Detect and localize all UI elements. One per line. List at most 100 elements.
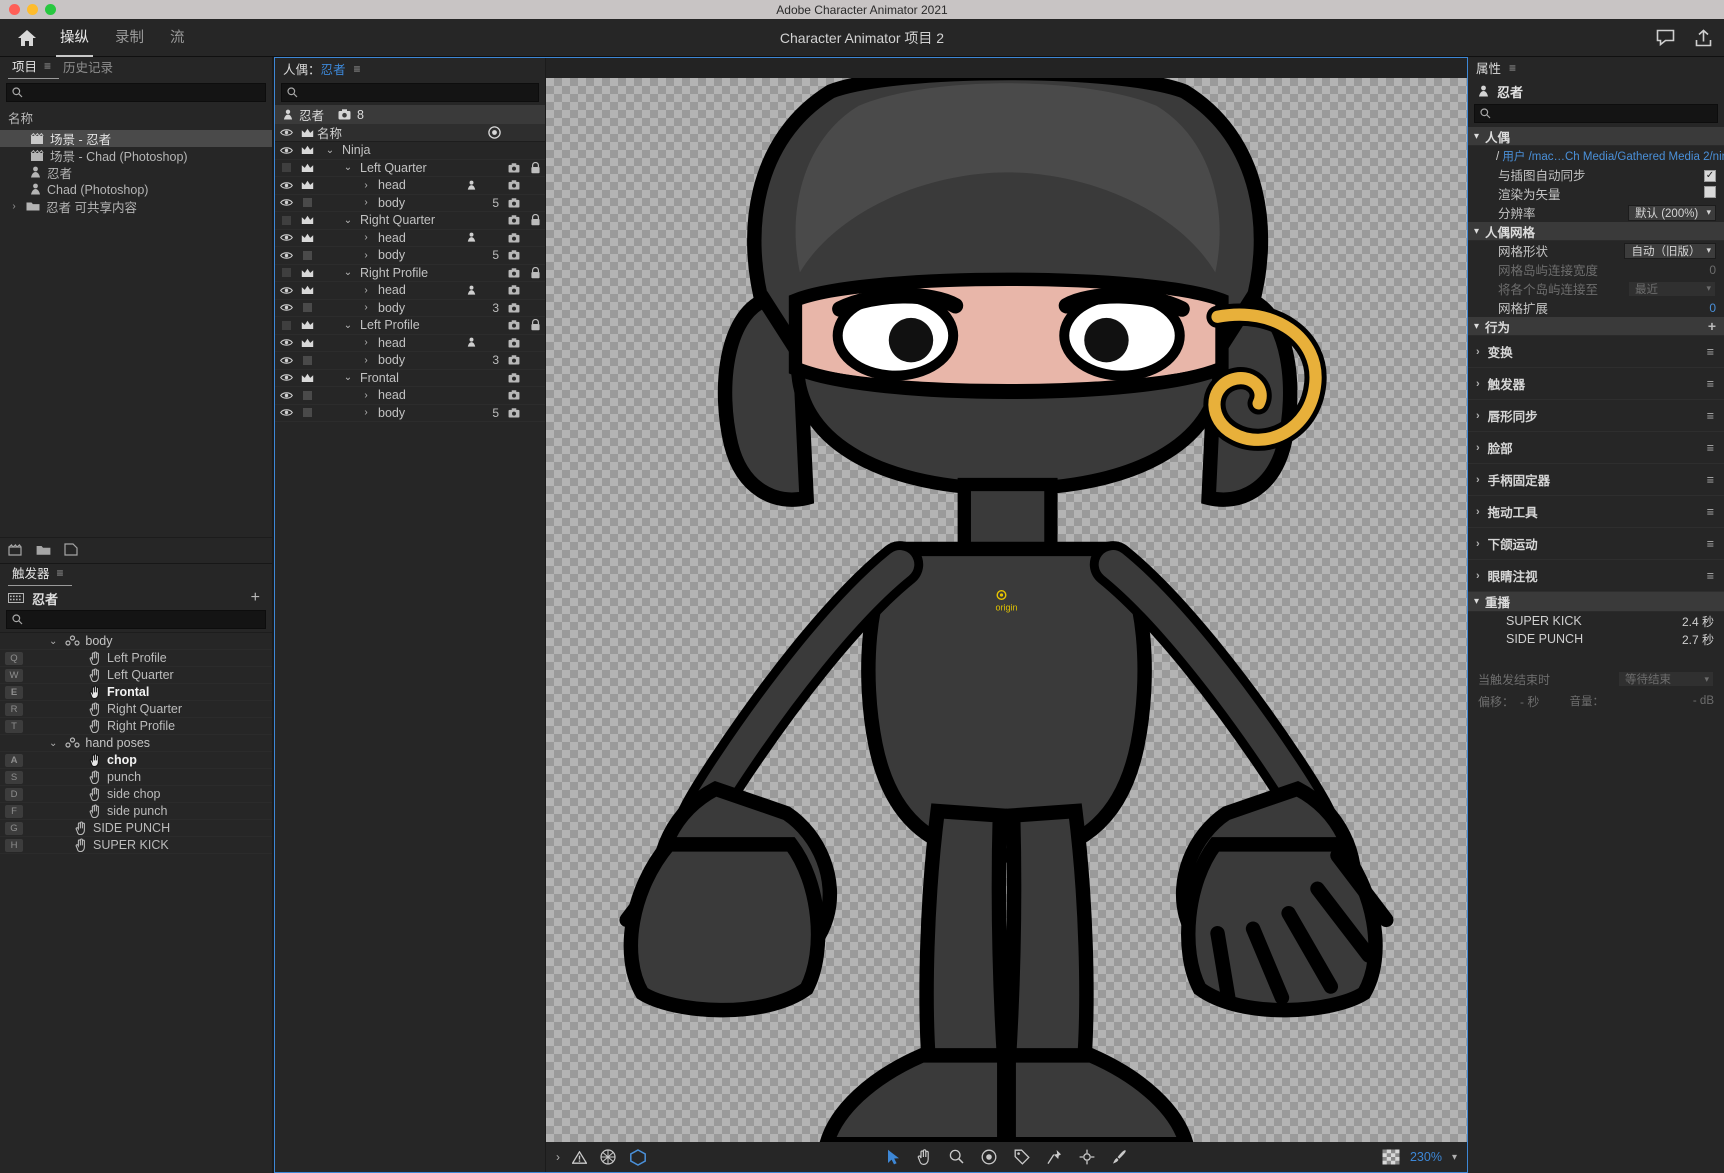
chevron-right-icon[interactable]: › [1476,442,1480,454]
puppet-tree-row[interactable]: › head [275,230,545,247]
chevron-down-icon[interactable]: ▾ [1452,1152,1457,1163]
hand-pan-icon[interactable] [917,1149,932,1165]
property-row-mesh-expand[interactable]: 网格扩展 0 [1468,298,1724,317]
trigger-row[interactable]: Q Left Profile [0,650,272,667]
puppet-tree-row[interactable]: › head [275,177,545,195]
trigger-key-badge[interactable]: T [5,719,23,733]
trigger-key-badge[interactable]: G [5,821,23,835]
chevron-down-icon[interactable]: ⌄ [325,145,335,156]
chevron-right-icon[interactable]: › [361,197,371,208]
chevron-down-icon[interactable]: ⌄ [49,738,57,749]
eye-visible-icon[interactable] [275,233,297,242]
chevron-right-icon[interactable]: › [361,337,371,348]
tag-icon[interactable] [503,215,525,225]
puppet-panel-tabs[interactable]: 人偶：忍者 ≡ [275,58,545,79]
comment-icon[interactable] [1656,29,1675,46]
behavior-menu-icon[interactable]: ≡ [1707,537,1714,551]
tag-icon[interactable] [503,338,525,348]
paint-icon[interactable] [1112,1149,1127,1165]
eye-visible-icon[interactable] [275,356,297,365]
crown-off-icon[interactable] [297,250,317,260]
project-search-box[interactable] [6,83,266,102]
trigger-row[interactable]: H SUPER KICK [0,837,272,854]
puppet-search-box[interactable] [281,83,539,102]
chevron-right-icon[interactable]: › [1476,410,1480,422]
list-item[interactable]: › 忍者 可共享内容 [0,198,272,215]
trigger-group-row[interactable]: ⌄ body [0,633,272,650]
trigger-key-badge[interactable]: Q [5,651,23,665]
replay-item-row[interactable]: SIDE PUNCH 2.7 秒 [1468,630,1724,648]
chevron-right-icon[interactable]: › [1476,506,1480,518]
crown-icon[interactable] [297,163,317,173]
behavior-menu-icon[interactable]: ≡ [1707,345,1714,359]
puppet-tree-row[interactable]: ⌄ Left Quarter [275,160,545,177]
eye-visible-icon[interactable] [275,198,297,207]
crown-off-icon[interactable] [297,408,317,418]
tab-triggers[interactable]: 触发器 ≡ [8,563,72,586]
behavior-row[interactable]: › 眼睛注视 ≡ [1468,560,1724,592]
new-scene-icon[interactable] [8,543,23,556]
chevron-down-icon[interactable]: ⌄ [49,636,57,647]
tab-record[interactable]: 录制 [111,19,148,57]
chevron-right-icon[interactable]: › [1476,378,1480,390]
tag-icon[interactable] [503,250,525,260]
eye-visible-icon[interactable] [275,373,297,382]
puppet-tree-row[interactable]: ⌄ Frontal [275,370,545,387]
trigger-key-badge[interactable]: W [5,668,23,682]
tab-history[interactable]: 历史记录 [59,57,121,79]
trigger-group-row[interactable]: ⌄ hand poses [0,735,272,752]
puppet-tree-row[interactable]: ⌄ Right Profile [275,265,545,282]
trigger-key-badge[interactable]: A [5,753,23,767]
crown-off-icon[interactable] [297,390,317,400]
list-item[interactable]: 场景 - 忍者 [0,130,272,147]
behavior-row[interactable]: › 变换 ≡ [1468,336,1724,368]
tag-icon[interactable] [503,180,525,190]
puppet-tree-row[interactable]: › head [275,387,545,405]
chevron-right-icon[interactable]: › [361,355,371,366]
chevron-down-icon[interactable]: ▾ [1474,321,1479,332]
eye-visible-icon[interactable] [275,408,297,417]
crown-icon[interactable] [297,145,317,155]
trigger-row[interactable]: W Left Quarter [0,667,272,684]
tab-project[interactable]: 项目 ≡ [8,56,60,79]
list-item[interactable]: 场景 - Chad (Photoshop) [0,147,272,164]
trigger-key-badge[interactable]: D [5,787,23,801]
puppet-tree-row[interactable]: › body 5 [275,405,545,422]
panel-menu-icon[interactable]: ≡ [1509,61,1516,75]
eye-visible-icon[interactable] [275,391,297,400]
property-row-resolution[interactable]: 分辨率 默认 (200%) ▾ [1468,203,1724,222]
tag-icon[interactable] [503,233,525,243]
behavior-menu-icon[interactable]: ≡ [1707,569,1714,583]
eye-hidden-icon[interactable] [275,268,297,278]
puppet-tree-row[interactable]: › head [275,282,545,300]
canvas-stage[interactable]: origin [546,78,1467,1142]
properties-panel-tabs[interactable]: 属性 ≡ [1468,57,1724,78]
arrow-select-icon[interactable] [887,1149,900,1165]
trigger-key-badge[interactable]: H [5,838,23,852]
chevron-right-icon[interactable]: › [361,250,371,261]
crown-off-icon[interactable] [297,303,317,313]
list-item[interactable]: 忍者 [0,164,272,181]
magnifier-zoom-icon[interactable] [949,1149,964,1165]
origin-marker[interactable]: origin [995,590,1018,613]
new-item-icon[interactable] [64,543,78,556]
behavior-menu-icon[interactable]: ≡ [1707,473,1714,487]
behavior-row[interactable]: › 下颌运动 ≡ [1468,528,1724,560]
puppet-search-input[interactable] [303,85,538,100]
puppet-tree-row[interactable]: › body 5 [275,247,545,265]
panel-menu-icon[interactable]: ≡ [57,566,64,580]
chevron-right-icon[interactable]: › [361,302,371,313]
tag-icon[interactable] [503,390,525,400]
chevron-right-icon[interactable]: › [361,232,371,243]
behavior-row[interactable]: › 拖动工具 ≡ [1468,496,1724,528]
panel-menu-icon[interactable]: ≡ [354,62,361,76]
group-header-mesh[interactable]: ▾ 人偶网格 [1468,222,1724,241]
crown-icon[interactable] [297,233,317,243]
behavior-row[interactable]: › 脸部 ≡ [1468,432,1724,464]
tag-icon[interactable] [503,408,525,418]
puppet-tree-row[interactable]: › body 5 [275,195,545,212]
path-user-link[interactable]: 用户 [1502,151,1525,163]
project-panel-tabs[interactable]: 项目 ≡ 历史记录 [0,57,272,79]
eye-icon[interactable] [275,128,297,137]
property-row-path[interactable]: / 用户 /mac…Ch Media/Gathered Media 2/ninj… [1468,146,1724,165]
